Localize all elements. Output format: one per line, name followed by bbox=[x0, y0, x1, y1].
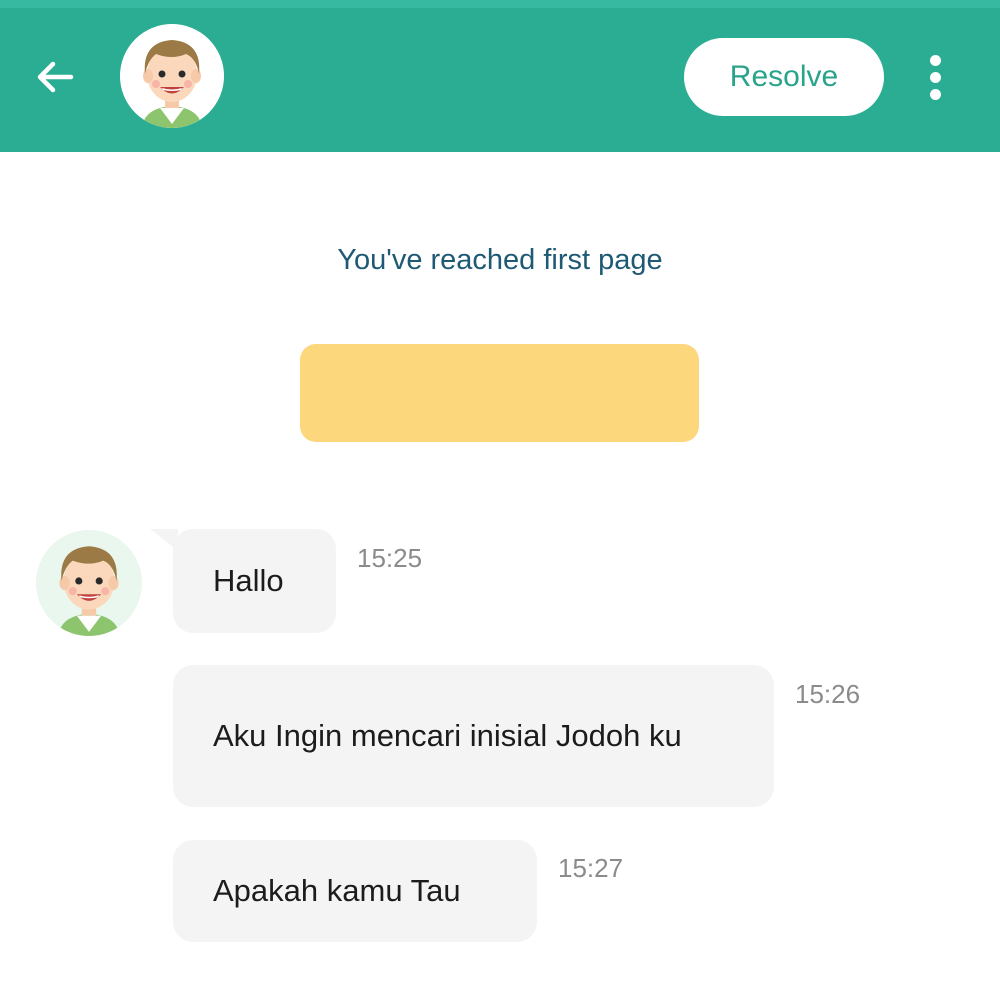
arrow-left-icon bbox=[37, 61, 74, 93]
vertical-dots-icon-dot bbox=[929, 88, 941, 100]
message-bubble[interactable]: Hallo bbox=[173, 529, 336, 633]
resolve-button[interactable]: Resolve bbox=[684, 38, 884, 116]
user-avatar-icon bbox=[120, 24, 224, 128]
more-options-button[interactable] bbox=[912, 46, 958, 108]
chat-header: Resolve bbox=[0, 0, 1000, 152]
info-banner bbox=[300, 344, 699, 442]
message-timestamp: 15:27 bbox=[558, 853, 624, 883]
message-bubble[interactable]: Aku Ingin mencari inisial Jodoh ku bbox=[173, 665, 774, 807]
message-timestamp: 15:25 bbox=[357, 543, 423, 573]
first-page-note: You've reached first page bbox=[337, 244, 663, 276]
sender-avatar[interactable] bbox=[36, 530, 142, 636]
header-avatar[interactable] bbox=[120, 24, 224, 128]
status-strip bbox=[0, 0, 1000, 8]
user-avatar-icon bbox=[36, 530, 142, 636]
vertical-dots-icon bbox=[929, 54, 941, 66]
back-button[interactable] bbox=[22, 46, 88, 108]
message-timestamp: 15:26 bbox=[795, 679, 861, 709]
message-bubble[interactable]: Apakah kamu Tau bbox=[173, 840, 537, 942]
vertical-dots-icon-dot bbox=[929, 71, 941, 83]
